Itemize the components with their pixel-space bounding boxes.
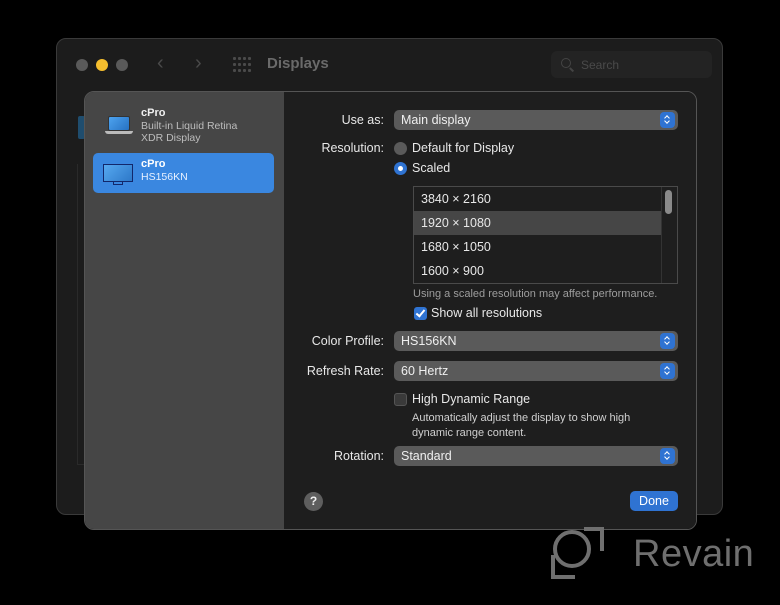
- use-as-label: Use as:: [341, 113, 384, 127]
- watermark-text: Revain: [633, 532, 755, 575]
- resolution-row[interactable]: 1600 × 900: [414, 259, 662, 283]
- resolution-scrollbar[interactable]: [661, 187, 677, 283]
- color-profile-popup[interactable]: HS156KN: [394, 331, 678, 351]
- minimize-button[interactable]: [96, 59, 108, 71]
- rotation-value: Standard: [401, 449, 452, 463]
- help-button[interactable]: ?: [304, 492, 323, 511]
- scaled-resolution-note: Using a scaled resolution may affect per…: [413, 288, 658, 300]
- search-input[interactable]: Search: [551, 51, 712, 78]
- resolution-row[interactable]: 1680 × 1050: [414, 235, 662, 259]
- resolution-label: Resolution:: [321, 141, 384, 155]
- hdr-label[interactable]: High Dynamic Range: [412, 392, 530, 406]
- hdr-checkbox[interactable]: [394, 393, 407, 406]
- use-as-popup[interactable]: Main display: [394, 110, 678, 130]
- show-all-grid-icon[interactable]: [233, 57, 251, 73]
- display-sidebar: cPro Built-in Liquid Retina XDR Display …: [85, 92, 284, 529]
- resolution-list[interactable]: 3840 × 2160 1920 × 1080 1680 × 1050 1600…: [413, 186, 678, 284]
- color-profile-value: HS156KN: [401, 334, 457, 348]
- revain-logo-icon: [551, 527, 605, 581]
- done-button[interactable]: Done: [630, 491, 678, 511]
- rotation-label: Rotation:: [333, 449, 384, 463]
- resolution-row[interactable]: 3840 × 2160: [414, 187, 662, 211]
- refresh-rate-value: 60 Hertz: [401, 364, 449, 378]
- show-all-resolutions-label[interactable]: Show all resolutions: [431, 306, 542, 320]
- color-profile-label: Color Profile:: [311, 334, 384, 348]
- refresh-rate-popup[interactable]: 60 Hertz: [394, 361, 678, 381]
- rotation-popup[interactable]: Standard: [394, 446, 678, 466]
- display-subtitle: HS156KN: [141, 170, 188, 183]
- display-settings-sheet: cPro Built-in Liquid Retina XDR Display …: [84, 91, 697, 530]
- refresh-rate-label: Refresh Rate:: [306, 364, 384, 378]
- popup-stepper-icon: [660, 333, 675, 349]
- window-title: Displays: [267, 55, 329, 72]
- popup-stepper-icon: [660, 112, 675, 128]
- use-as-value: Main display: [401, 113, 471, 127]
- default-for-display-radio[interactable]: [394, 142, 407, 155]
- sidebar-item-external-display[interactable]: cPro HS156KN: [93, 153, 274, 193]
- hdr-description: dynamic range content.: [412, 427, 527, 439]
- display-subtitle: XDR Display: [141, 132, 201, 144]
- scaled-label[interactable]: Scaled: [412, 161, 450, 175]
- sidebar-item-builtin-display[interactable]: cPro Built-in Liquid Retina XDR Display: [93, 102, 274, 148]
- show-all-resolutions-checkbox[interactable]: [414, 307, 427, 320]
- display-subtitle: Built-in Liquid Retina: [141, 119, 238, 132]
- back-chevron-icon[interactable]: ‹: [157, 53, 164, 73]
- scaled-radio[interactable]: [394, 162, 407, 175]
- display-name: cPro: [141, 158, 166, 170]
- hdr-description: Automatically adjust the display to show…: [412, 412, 631, 424]
- forward-chevron-icon[interactable]: ›: [195, 53, 202, 73]
- search-icon: [561, 57, 575, 72]
- resolution-row-selected[interactable]: 1920 × 1080: [414, 211, 662, 235]
- monitor-icon: [103, 164, 133, 186]
- popup-stepper-icon: [660, 363, 675, 379]
- laptop-icon: [105, 116, 133, 138]
- display-name: cPro: [141, 107, 166, 119]
- popup-stepper-icon: [660, 448, 675, 464]
- settings-pane: Use as: Main display Resolution: Default…: [284, 92, 696, 529]
- default-for-display-label[interactable]: Default for Display: [412, 141, 514, 155]
- search-placeholder: Search: [581, 57, 620, 72]
- zoom-button[interactable]: [116, 59, 128, 71]
- scrollbar-thumb[interactable]: [665, 190, 672, 214]
- revain-watermark: Revain: [551, 527, 754, 581]
- background-panel-edge: [77, 164, 84, 465]
- close-button[interactable]: [76, 59, 88, 71]
